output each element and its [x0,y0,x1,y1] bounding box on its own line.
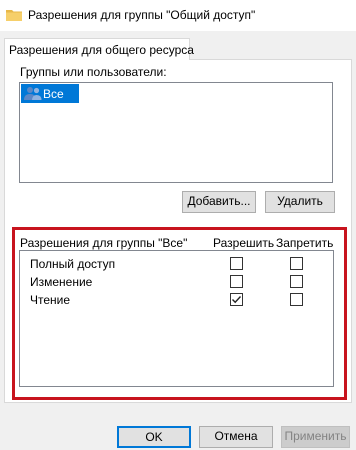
shared-folder-icon [6,10,22,21]
checkbox-change-allow[interactable] [230,275,243,288]
checkbox-read-allow[interactable] [230,293,243,306]
ok-button[interactable]: OK [117,426,191,448]
groups-list[interactable]: Все [19,82,333,183]
deny-column-header: Запретить [276,236,334,250]
apply-button[interactable]: Применить [281,426,350,448]
checkmark-icon [232,296,242,304]
checkbox-full-control-allow[interactable] [230,257,243,270]
checkbox-full-control-deny[interactable] [290,257,303,270]
cancel-button[interactable]: Отмена [199,426,273,448]
permission-label-full-control: Полный доступ [30,257,116,271]
group-item-everyone[interactable]: Все [21,84,79,103]
permission-label-change: Изменение [30,275,93,289]
tab-share-permissions[interactable]: Разрешения для общего ресурса [4,38,194,60]
remove-button[interactable]: Удалить [265,191,335,213]
window-title: Разрешения для группы "Общий доступ" [28,8,256,22]
permission-label-read: Чтение [30,293,71,307]
checkbox-read-deny[interactable] [290,293,303,306]
groups-label: Группы или пользователи: [20,65,167,79]
users-icon [24,87,42,100]
permissions-header: Разрешения для группы "Все" [20,236,188,250]
checkbox-change-deny[interactable] [290,275,303,288]
add-button[interactable]: Добавить... [182,191,256,213]
allow-column-header: Разрешить [213,236,275,250]
tab-label: Разрешения для общего ресурса [9,43,194,57]
group-name: Все [43,87,64,101]
title-bar: Разрешения для группы "Общий доступ" [0,0,356,31]
